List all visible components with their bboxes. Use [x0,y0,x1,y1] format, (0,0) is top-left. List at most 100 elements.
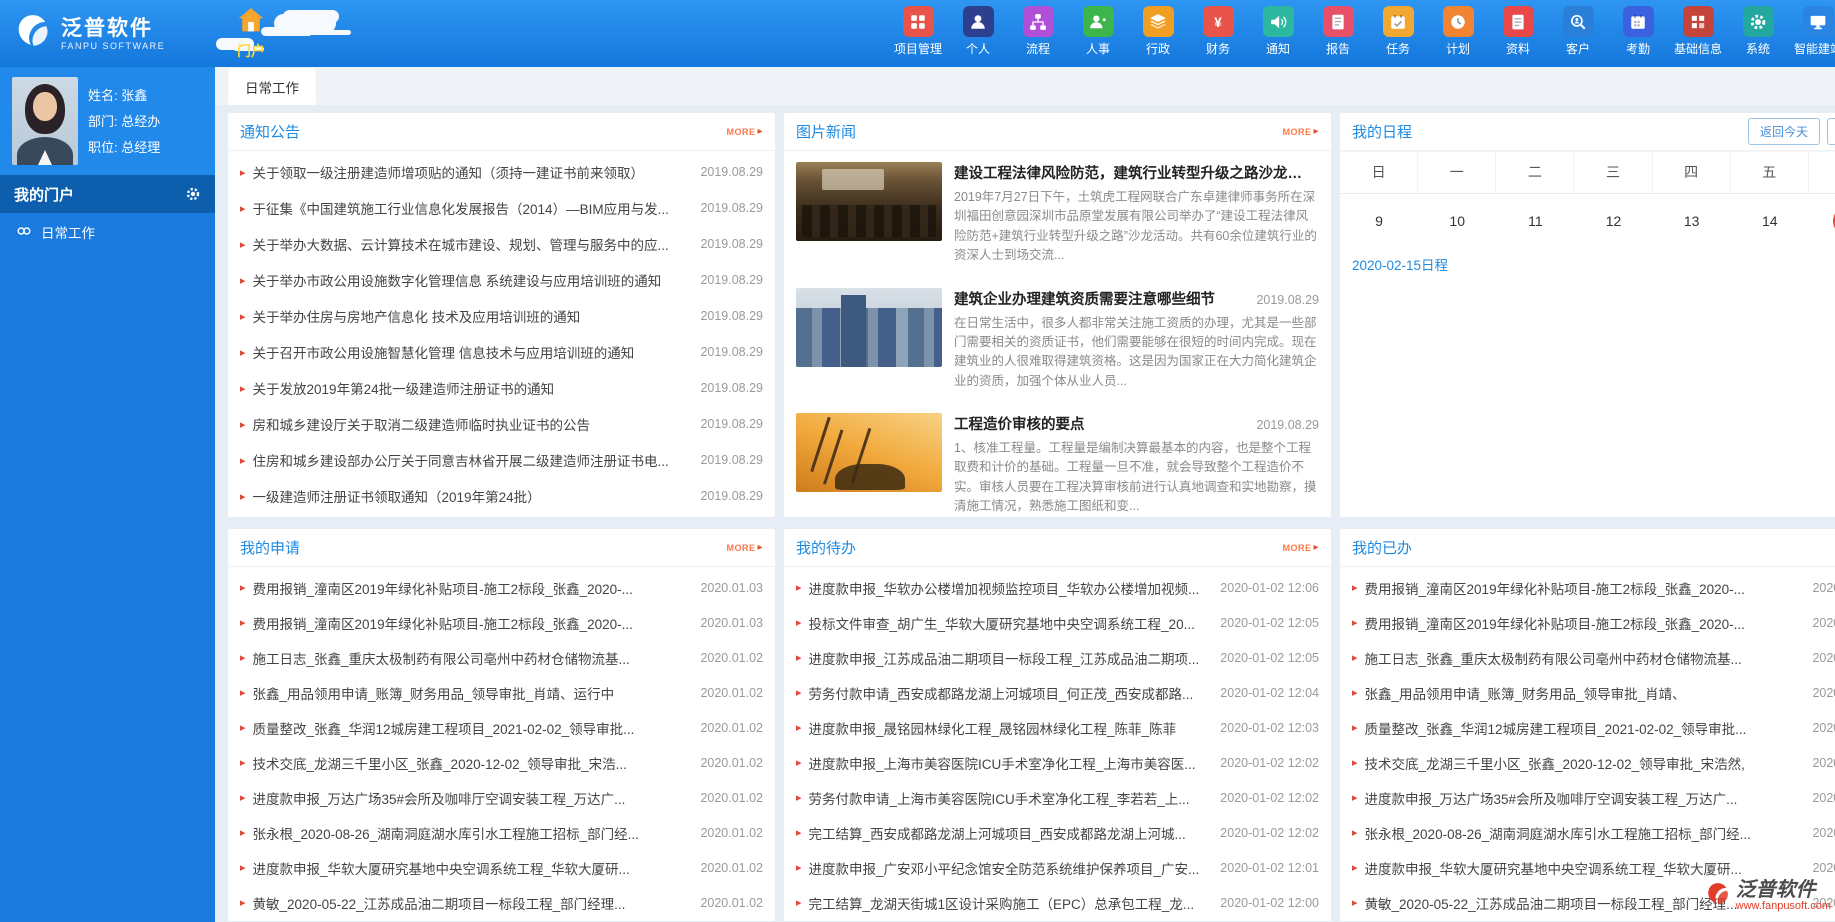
calendar-date[interactable]: 14 [1731,202,1809,240]
panel-my-todos: 我的待办 MORE ▸ ▸ 进度款申报_华软办公楼增加视频监控项目_华软办公楼增加视… [784,529,1331,921]
notice-item[interactable]: ▸ 关于召开市政公用设施智慧化管理 信息技术与应用培训班的通知 2019.08.29 [240,334,763,370]
todo-item[interactable]: ▸ 进度款申报_上海市美容医院ICU手术室净化工程_上海市美容医... 2020-0… [796,745,1319,780]
nav-item-notice[interactable]: 通知 [1248,0,1308,67]
nav-item-portal[interactable]: 门户 [222,6,280,61]
calendar-date-selected[interactable]: 15 [1809,202,1835,240]
sidebar-item-daily-work[interactable]: 日常工作 [0,213,215,251]
bullet-icon: ▸ [240,202,246,215]
bullet-icon: ▸ [240,274,246,287]
more-button[interactable]: MORE ▸ [1282,126,1319,137]
notice-item[interactable]: ▸ 关于举办大数据、云计算技术在城市建设、规划、管理与服务中的应... 2019.0… [240,226,763,262]
news-item[interactable]: 工程造价审核的要点 2019.08.29 1、核准工程量。工程量是编制决算最基本的… [784,402,1331,517]
fanpu-swirl-icon [1705,881,1731,912]
nav-item-personal[interactable]: 个人 [948,0,1008,67]
link-icon [16,223,32,242]
brand-subtitle: FANPU SOFTWARE [61,40,166,51]
todo-item[interactable]: ▸ 投标文件审查_胡广生_华软大厦研究基地中央空调系统工程_20... 2020-0… [796,605,1319,640]
calendar-date[interactable]: 10 [1418,202,1496,240]
main-area: 日常工作 通知公告 MORE ▸ ▸ 关于领取一级注册建造师增项贴的通知（须持一建证… [215,67,1835,922]
people-icon [1082,6,1114,37]
bullet-icon: ▸ [240,827,246,839]
application-item[interactable]: ▸ 进度款申报_华软大厦研究基地中央空调系统工程_华软大厦研... 2020.01.… [240,850,763,885]
notice-item[interactable]: ▸ 于征集《中国建筑施工行业信息化发展报告（2014）—BIM应用与发... 201… [240,190,763,226]
todo-item[interactable]: ▸ 完工结算_西安成都路龙湖上河城项目_西安成都路龙湖上河城... 2020-01-… [796,815,1319,850]
application-item[interactable]: ▸ 进度款申报_万达广场35#会所及咖啡厅空调安装工程_万达广... 2020.01… [240,780,763,815]
prev-week-button[interactable]: 上周 [1826,118,1835,145]
user-name: 姓名: 张鑫 [88,88,148,103]
more-button[interactable]: MORE ▸ [726,542,763,553]
nav-item-process[interactable]: 流程 [1008,0,1068,67]
nav-item-data[interactable]: 资料 [1488,0,1548,67]
todo-item[interactable]: ▸ 劳务付款申请_上海市美容医院ICU手术室净化工程_李若若_上... 2020-0… [796,780,1319,815]
todo-item[interactable]: ▸ 进度款申报_广安邓小平纪念馆安全防范系统维护保养项目_广安... 2020-01… [796,850,1319,885]
todo-item[interactable]: ▸ 完工结算_龙湖天街城1区设计采购施工（EPC）总承包工程_龙... 2020-0… [796,885,1319,920]
calendar-date[interactable]: 12 [1574,202,1652,240]
sidebar-section-my-portal: 我的门户 [0,175,215,213]
application-item[interactable]: ▸ 张鑫_用品领用申请_账簿_财务用品_领导审批_肖靖、运行中 2020.01.02 [240,675,763,710]
bullet-icon: ▸ [1352,827,1358,839]
nav-item-smart-site[interactable]: 智能建站 [1788,0,1835,67]
svg-text:¥: ¥ [1214,15,1222,30]
done-item[interactable]: ▸ 质量整改_张鑫_华润12城房建工程项目_2021-02-02_领导审批... 2… [1352,710,1835,745]
gear-icon [1742,6,1774,37]
notice-item[interactable]: ▸ 一级建造师注册证书领取通知（2019年第24批） 2019.08.29 [240,478,763,514]
settings-gear-icon[interactable] [185,186,201,202]
done-item[interactable]: ▸施工日志_张鑫_重庆太极制药有限公司亳州中药材仓储物流基...2020.01.… [1352,640,1835,675]
done-item[interactable]: ▸ 费用报销_潼南区2019年绿化补贴项目-施工2标段_张鑫_2020-... 20… [1352,570,1835,605]
notice-item[interactable]: ▸ 关于领取一级注册建造师增项贴的通知（须持一建证书前来领取） 2019.08.29 [240,154,763,190]
calendar-icon [1622,6,1654,37]
news-item[interactable]: 建设工程法律风险防范，建筑行业转型升级之路沙龙活动 2019年7月27日下午，土… [784,151,1331,277]
nav-item-basic-info[interactable]: 基础信息 [1668,0,1728,67]
nav-item-hr[interactable]: 人事 [1068,0,1128,67]
more-button[interactable]: MORE ▸ [1282,542,1319,553]
notice-item[interactable]: ▸ 关于举办住房与房地产信息化 技术及应用培训班的通知 2019.08.29 [240,298,763,334]
todo-item[interactable]: ▸ 进度款申报_华软办公楼增加视频监控项目_华软办公楼增加视频... 2020-01… [796,570,1319,605]
bullet-icon: ▸ [1352,757,1358,769]
done-item[interactable]: ▸ 技术交底_龙湖三千里小区_张鑫_2020-12-02_领导审批_宋浩然, 202… [1352,745,1835,780]
nav-item-finance[interactable]: ¥ 财务 [1188,0,1248,67]
news-item[interactable]: 建筑企业办理建筑资质需要注意哪些细节 2019.08.29 在日常生活中，很多人都… [784,277,1331,403]
more-button[interactable]: MORE ▸ [726,126,763,137]
calendar-date[interactable]: 9 [1340,202,1418,240]
todo-item[interactable]: ▸ 进度款申报_晟铭园林绿化工程_晟铭园林绿化工程_陈菲_陈菲 2020-01-02… [796,710,1319,745]
app-header: 泛普软件 FANPU SOFTWARE 门户 项目管理 个人 流程 人事 行政 … [0,0,1835,67]
tab-daily-work[interactable]: 日常工作 [228,68,316,105]
nav-item-project-management[interactable]: 项目管理 [888,0,948,67]
grid-icon [902,6,934,37]
application-item[interactable]: ▸ 施工日志_张鑫_重庆太极制药有限公司亳州中药材仓储物流基... 2020.01.… [240,640,763,675]
back-to-today-button[interactable]: 返回今天 [1747,118,1820,145]
house-icon [237,6,265,39]
application-item[interactable]: ▸ 费用报销_潼南区2019年绿化补贴项目-施工2标段_张鑫_2020-... 20… [240,570,763,605]
application-item[interactable]: ▸ 张永根_2020-08-26_湖南洞庭湖水库引水工程施工招标_部门经... 20… [240,815,763,850]
todo-item[interactable]: ▸ 劳务付款申请_西安成都路龙湖上河城项目_何正茂_西安成都路... 2020-01… [796,675,1319,710]
application-item[interactable]: ▸ 技术交底_龙湖三千里小区_张鑫_2020-12-02_领导审批_宋浩... 20… [240,745,763,780]
nav-item-task[interactable]: 任务 [1368,0,1428,67]
done-item[interactable]: ▸张鑫_用品领用申请_账簿_财务用品_领导审批_肖靖、2020.01.02 [1352,675,1835,710]
notice-item[interactable]: ▸ 关于发放2019年第24批一级建造师注册证书的通知 2019.08.29 [240,370,763,406]
notice-item[interactable]: ▸ 住房和城乡建设部办公厅关于同意吉林省开展二级建造师注册证书电... 2019.0… [240,442,763,478]
nav-item-report[interactable]: 报告 [1308,0,1368,67]
nav-item-admin[interactable]: 行政 [1128,0,1188,67]
application-item[interactable]: ▸ 黄敏_2020-05-22_江苏成品油二期项目一标段工程_部门经理... 202… [240,885,763,920]
notice-item[interactable]: ▸ 关于举办市政公用设施数字化管理信息 系统建设与应用培训班的通知 2019.08.… [240,262,763,298]
todo-item[interactable]: ▸ 进度款申报_江苏成品油二期项目一标段工程_江苏成品油二期项... 2020-01… [796,640,1319,675]
notice-item[interactable]: ▸ 房和城乡建设厅关于取消二级建造师临时执业证书的公告 2019.08.29 [240,406,763,442]
nav-item-plan[interactable]: 计划 [1428,0,1488,67]
bullet-icon: ▸ [796,582,802,594]
done-item[interactable]: ▸ 张永根_2020-08-26_湖南洞庭湖水库引水工程施工招标_部门经... 20… [1352,815,1835,850]
monitor-icon [1802,6,1834,37]
bullet-icon: ▸ [240,757,246,769]
nav-item-customer[interactable]: 客户 [1548,0,1608,67]
application-item[interactable]: ▸ 质量整改_张鑫_华润12城房建工程项目_2021-02-02_领导审批... 2… [240,710,763,745]
bullet-icon: ▸ [1352,617,1358,629]
calendar-date[interactable]: 13 [1653,202,1731,240]
nav-item-system[interactable]: 系统 [1728,0,1788,67]
bullet-icon: ▸ [1352,722,1358,734]
bullet-icon: ▸ [240,418,246,431]
more-arrow-icon: ▸ [1313,542,1319,553]
calendar-date[interactable]: 11 [1496,202,1574,240]
done-item[interactable]: ▸ 费用报销_潼南区2019年绿化补贴项目-施工2标段_张鑫_2020-... 20… [1352,605,1835,640]
application-item[interactable]: ▸ 费用报销_潼南区2019年绿化补贴项目-施工2标段_张鑫_2020-... 20… [240,605,763,640]
done-item[interactable]: ▸进度款申报_万达广场35#会所及咖啡厅空调安装工程_万达广...2020.01… [1352,780,1835,815]
nav-item-attendance[interactable]: 考勤 [1608,0,1668,67]
